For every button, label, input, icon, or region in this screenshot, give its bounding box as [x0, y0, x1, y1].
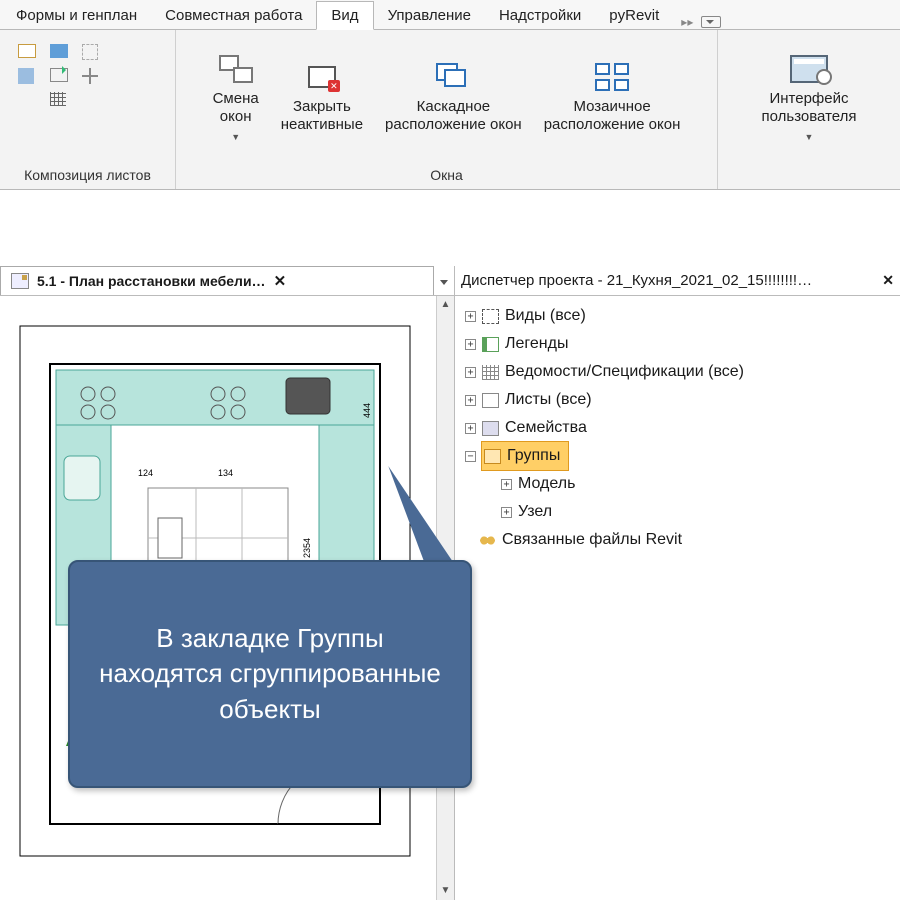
tab-manage[interactable]: Управление [374, 2, 485, 29]
collapse-icon[interactable]: − [465, 451, 476, 462]
title-block-icon[interactable] [82, 44, 98, 60]
switch-windows-button[interactable]: Смена окон ▼ [209, 50, 263, 144]
tree-node-families[interactable]: + Семейства [461, 414, 896, 442]
tree-node-sheets[interactable]: + Листы (все) [461, 386, 896, 414]
scroll-down-icon[interactable]: ▼ [437, 882, 454, 900]
sheet-icon [482, 393, 499, 408]
link-icon [479, 533, 496, 548]
expand-icon[interactable]: + [501, 479, 512, 490]
tab-addins[interactable]: Надстройки [485, 2, 595, 29]
matchline-icon[interactable] [18, 68, 34, 84]
close-icon[interactable]: ✕ [882, 272, 894, 289]
tile-windows-button[interactable]: Мозаичное расположение окон [540, 58, 685, 136]
sheet-icon[interactable] [18, 44, 36, 58]
tab-overflow-icon[interactable]: ▸▸ [681, 15, 693, 29]
sheet-composition-buttons [10, 38, 106, 112]
svg-text:124: 124 [138, 468, 153, 478]
views-icon [482, 309, 499, 324]
annotation-text: В закладке Группы находятся сгруппирован… [92, 621, 448, 726]
tree-node-links[interactable]: Связанные файлы Revit [461, 526, 896, 554]
svg-text:2354: 2354 [302, 538, 312, 558]
tab-pyrevit[interactable]: pyRevit [595, 2, 673, 29]
svg-text:444: 444 [362, 403, 372, 418]
project-browser: Диспетчер проекта - 21_Кухня_2021_02_15!… [455, 266, 900, 900]
tab-forms[interactable]: Формы и генплан [2, 2, 151, 29]
project-browser-tree: + Виды (все) + Легенды + Ведомости/Специ… [455, 296, 900, 560]
view-tab[interactable]: 5.1 - План расстановки мебели… ✕ [0, 266, 434, 295]
blank-icon [18, 92, 36, 106]
legend-icon [482, 337, 499, 352]
tab-dropdown-icon[interactable] [701, 16, 721, 28]
guide-grid-icon[interactable] [82, 68, 98, 84]
expand-icon[interactable]: + [465, 311, 476, 322]
view-reference-icon[interactable] [50, 68, 68, 82]
scroll-up-icon[interactable]: ▲ [437, 296, 454, 314]
ribbon: Композиция листов Смена окон ▼ ✕ Закрыть… [0, 30, 900, 190]
svg-text:134: 134 [218, 468, 233, 478]
close-inactive-button[interactable]: ✕ Закрыть неактивные [277, 58, 367, 136]
expand-icon[interactable]: + [465, 423, 476, 434]
project-browser-title: Диспетчер проекта - 21_Кухня_2021_02_15!… [461, 272, 882, 289]
tree-node-detail[interactable]: + Узел [461, 498, 896, 526]
panel-label-sheet-composition: Композиция листов [0, 163, 175, 189]
tree-node-model[interactable]: + Модель [461, 470, 896, 498]
close-icon[interactable]: ✕ [274, 272, 287, 290]
document-icon [11, 273, 29, 289]
schedule-icon [482, 365, 499, 380]
blank-icon-2 [82, 92, 98, 106]
expand-icon[interactable]: + [501, 507, 512, 518]
chevron-down-icon: ▼ [231, 132, 240, 142]
view-placeholder-icon[interactable] [50, 44, 68, 58]
grid-icon[interactable] [50, 92, 66, 106]
panel-label-blank [718, 163, 900, 189]
expand-icon[interactable]: + [465, 339, 476, 350]
tree-node-groups[interactable]: − Группы [461, 442, 896, 470]
cascade-windows-button[interactable]: Каскадное расположение окон [381, 58, 526, 136]
user-interface-button[interactable]: Интерфейс пользователя ▼ [758, 50, 861, 144]
view-tab-options[interactable] [434, 274, 454, 288]
expand-icon[interactable]: + [465, 367, 476, 378]
ribbon-tabs: Формы и генплан Совместная работа Вид Уп… [0, 0, 900, 30]
view-tab-title: 5.1 - План расстановки мебели… [37, 273, 266, 289]
group-icon [484, 449, 501, 464]
chevron-down-icon: ▼ [805, 132, 814, 142]
tab-view[interactable]: Вид [316, 1, 373, 30]
tree-node-legends[interactable]: + Легенды [461, 330, 896, 358]
family-icon [482, 421, 499, 436]
panel-label-windows: Окна [176, 163, 717, 189]
tree-node-views[interactable]: + Виды (все) [461, 302, 896, 330]
expand-icon[interactable]: + [465, 395, 476, 406]
annotation-callout: В закладке Группы находятся сгруппирован… [68, 560, 472, 788]
tab-collaborate[interactable]: Совместная работа [151, 2, 316, 29]
workspace: 5.1 - План расстановки мебели… ✕ ▲ ▼ [0, 190, 900, 900]
tree-node-schedules[interactable]: + Ведомости/Спецификации (все) [461, 358, 896, 386]
